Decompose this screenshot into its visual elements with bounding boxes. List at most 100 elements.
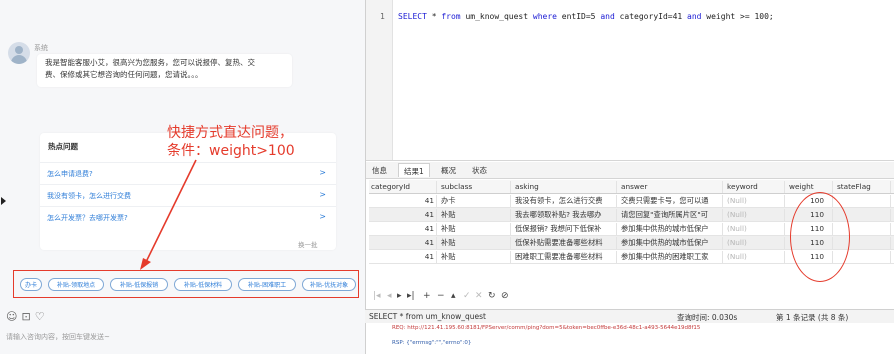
table-cell[interactable]: (Null) [725, 251, 785, 263]
debug-log-panel: REQ: http://121.41.195.60:8181/FPServer/… [365, 323, 894, 354]
hot-questions-title: 热点问题 [48, 142, 78, 151]
table-cell[interactable]: 我没有领卡，怎么进行交费 [513, 195, 617, 207]
column-header[interactable]: answer [619, 181, 723, 193]
current-row-marker-icon [1, 197, 6, 205]
hot-question-text: 怎么开发票？去哪开发票? [47, 214, 128, 222]
table-cell[interactable]: (Null) [725, 195, 785, 207]
status-query-time: 查询时间: 0.030s [677, 313, 738, 322]
chevron-right-icon: > [319, 168, 326, 177]
avatar [8, 42, 30, 64]
table-cell[interactable]: 补贴 [439, 223, 511, 235]
image-icon[interactable]: ⊡ [21, 310, 34, 323]
table-cell[interactable]: 参加集中供热的困难职工家 [619, 251, 723, 263]
table-cell[interactable]: 补贴 [439, 251, 511, 263]
table-cell[interactable]: 41 [369, 195, 437, 207]
apply-icon[interactable]: ✓ [463, 291, 471, 301]
table-cell[interactable]: 参加集中供热的城市低保户 [619, 237, 723, 249]
quick-buttons-highlight: 办卡 补贴-领取地点 补贴-低保报销 补贴-低保材料 补贴-困难职工 补贴-优抚… [13, 270, 359, 298]
add-record-icon[interactable]: + [423, 291, 431, 301]
refresh-batch-button[interactable]: 换一批 [298, 239, 318, 249]
sql-token: entID=5 [556, 12, 601, 21]
quick-button[interactable]: 补贴-领取地点 [48, 278, 104, 291]
chevron-right-icon: > [319, 212, 326, 221]
chat-panel: 系统 我是智能客服小艾，很高兴为您服务，您可以说报停、复热、交 费、保修或其它想… [0, 0, 365, 354]
status-record-count: 第 1 条记录 (共 8 条) [776, 313, 849, 322]
next-record-icon[interactable]: ▸ [397, 291, 402, 301]
refresh-icon[interactable]: ↻ [488, 291, 496, 301]
delete-record-icon[interactable]: − [437, 291, 445, 301]
hot-question-text: 我没有领卡，怎么进行交费 [47, 192, 131, 200]
table-cell[interactable]: 41 [369, 223, 437, 235]
table-cell[interactable]: 交费只需要卡号，您可以通 [619, 195, 723, 207]
weight-highlight-ellipse [790, 192, 850, 282]
table-cell[interactable]: 参加集中供热的城市低保户 [619, 223, 723, 235]
quick-button[interactable]: 补贴-低保报销 [110, 278, 168, 291]
discard-icon[interactable]: ✕ [475, 291, 483, 301]
table-cell[interactable]: 困难职工需要准备哪些材料 [513, 251, 617, 263]
emoji-icon[interactable]: ☺ [6, 310, 21, 323]
sender-name: 系统 [34, 44, 48, 52]
table-cell[interactable]: 我去哪领取补贴? 我去哪办 [513, 209, 617, 221]
sql-token: * [426, 12, 442, 21]
column-header[interactable]: asking [513, 181, 617, 193]
edit-record-icon[interactable]: ▴ [451, 291, 456, 301]
table-cell[interactable]: (Null) [725, 237, 785, 249]
quick-button[interactable]: 补贴-低保材料 [174, 278, 232, 291]
column-header[interactable]: stateFlag [835, 181, 891, 193]
grid-navigation-bar: |◂ ◂ ▸ ▸| + − ▴ ✓ ✕ ↻ ⊘ [365, 290, 894, 304]
column-header[interactable]: keyword [725, 181, 785, 193]
sql-token: weight >= 100; [701, 12, 774, 21]
tab-info[interactable]: 信息 [372, 165, 387, 176]
annotation-line-1: 快捷方式直达问题， [167, 125, 293, 141]
sql-keyword: from [441, 12, 461, 21]
last-record-icon[interactable]: ▸| [407, 291, 415, 301]
table-cell[interactable]: 41 [369, 209, 437, 221]
line-number: 1 [380, 12, 385, 21]
table-cell[interactable]: 低保补贴需要准备哪些材料 [513, 237, 617, 249]
chat-input[interactable] [6, 329, 346, 345]
sql-keyword: and [600, 12, 615, 21]
column-header[interactable]: categoryId [369, 181, 437, 193]
stop-icon[interactable]: ⊘ [501, 291, 509, 301]
table-cell[interactable]: 办卡 [439, 195, 511, 207]
tab-status[interactable]: 状态 [472, 165, 487, 176]
prev-record-icon[interactable]: ◂ [387, 291, 392, 301]
table-cell[interactable]: (Null) [725, 223, 785, 235]
tab-overview[interactable]: 概况 [441, 165, 456, 176]
line-number-gutter [366, 0, 393, 160]
heart-icon[interactable]: ♡ [35, 310, 49, 323]
quick-button[interactable]: 补贴-困难职工 [238, 278, 296, 291]
hot-question-item[interactable]: 我没有领卡，怎么进行交费 > [40, 184, 336, 207]
first-record-icon[interactable]: |◂ [373, 291, 381, 301]
status-bar: SELECT * from um_know_quest 查询时间: 0.030s… [365, 309, 894, 324]
table-cell[interactable]: 补贴 [439, 237, 511, 249]
sql-keyword: and [687, 12, 702, 21]
message-line-2: 费、保修或其它想咨询的任何问题，您请说。。。 [45, 70, 203, 79]
sql-keyword: SELECT [398, 12, 427, 21]
result-tabs: 信息 结果1 概况 状态 [366, 162, 894, 179]
status-query: SELECT * from um_know_quest [369, 312, 486, 321]
table-cell[interactable]: (Null) [725, 209, 785, 221]
sql-token: um_know_quest [460, 12, 533, 21]
column-header[interactable]: weight [787, 181, 833, 193]
quick-button[interactable]: 办卡 [20, 278, 42, 291]
hot-question-item[interactable]: 怎么申请退费? > [40, 162, 336, 185]
table-cell[interactable]: 低保报销? 我想问下低保补 [513, 223, 617, 235]
hot-question-item[interactable]: 怎么开发票？去哪开发票? > [40, 206, 336, 229]
table-cell[interactable]: 请您回复"查询所属片区"可 [619, 209, 723, 221]
table-cell[interactable]: 41 [369, 237, 437, 249]
log-response-line: RSP: {"errmsg":"","errno":0} [392, 340, 472, 346]
sql-editor[interactable]: 1 SELECT * from um_know_quest where entI… [366, 0, 894, 161]
sql-query-line[interactable]: SELECT * from um_know_quest where entID=… [398, 12, 774, 21]
tab-result1[interactable]: 结果1 [398, 163, 430, 177]
table-cell[interactable] [835, 195, 891, 207]
chevron-right-icon: > [319, 190, 326, 199]
input-toolbar: ☺⊡♡ [6, 310, 49, 323]
column-header[interactable]: subclass [439, 181, 511, 193]
table-cell[interactable]: 41 [369, 251, 437, 263]
hot-question-text: 怎么申请退费? [47, 170, 93, 178]
sql-keyword: where [532, 12, 557, 21]
quick-button[interactable]: 补贴-优抚对象 [302, 278, 356, 291]
message-bubble: 我是智能客服小艾，很高兴为您服务，您可以说报停、复热、交 费、保修或其它想咨询的… [37, 54, 292, 87]
table-cell[interactable]: 补贴 [439, 209, 511, 221]
